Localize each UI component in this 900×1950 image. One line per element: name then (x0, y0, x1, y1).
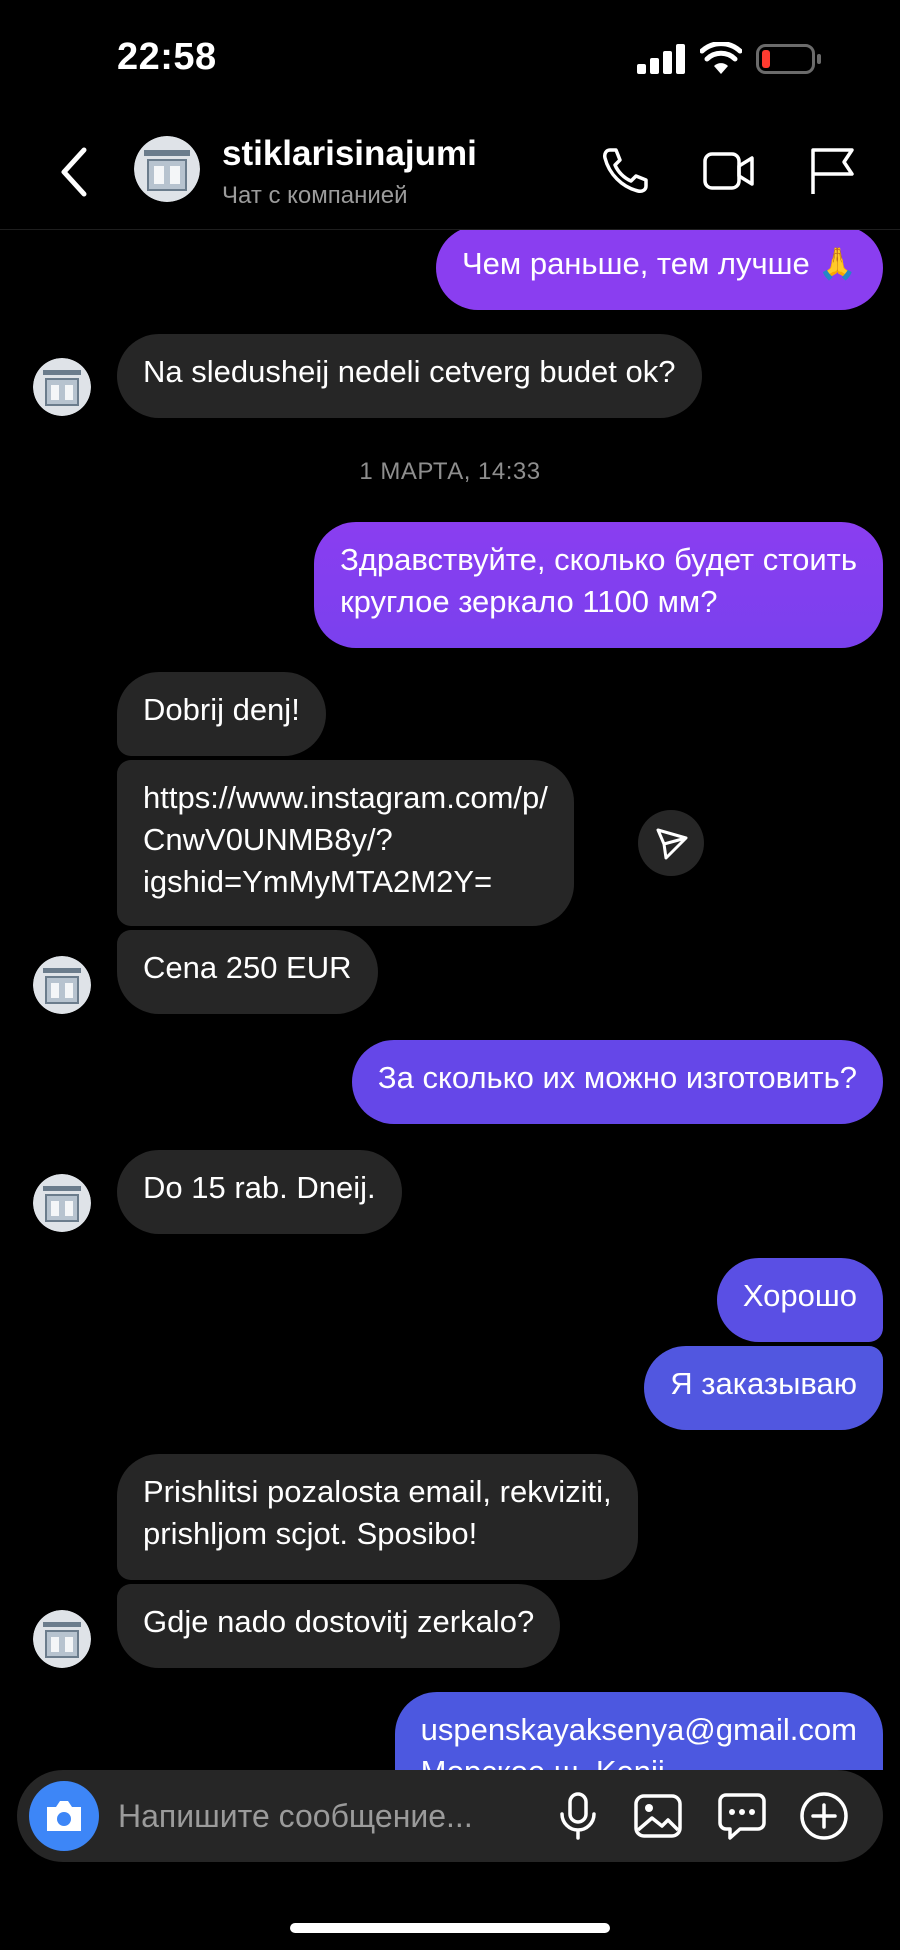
outgoing-message[interactable]: Чем раньше, тем лучше 🙏 (436, 230, 883, 310)
home-indicator[interactable] (290, 1923, 610, 1933)
message-line: uspenskayaksenya@gmail.com (420, 1712, 857, 1747)
message-line: CnwV0UNMB8y/? (143, 822, 393, 857)
microphone-icon[interactable] (552, 1790, 604, 1842)
contact-avatar-small (33, 1610, 91, 1668)
share-button[interactable] (638, 810, 704, 876)
message-line: Prishlitsi pozalosta email, rekviziti, (143, 1474, 612, 1509)
message-line: prishljom scjot. Sposibo! (143, 1516, 478, 1551)
incoming-message[interactable]: Na sledusheij nedeli cetverg budet ok? (117, 334, 702, 418)
wifi-icon (700, 42, 742, 74)
outgoing-message[interactable]: uspenskayaksenya@gmail.com Морское ш. Ke… (394, 1692, 883, 1770)
incoming-link-message[interactable]: https://www.instagram.com/p/ CnwV0UNMB8y… (117, 760, 574, 926)
message-line: круглое зеркало 1100 мм? (340, 584, 718, 619)
contact-name[interactable]: stiklarisinajumi (222, 134, 477, 174)
gallery-icon[interactable] (632, 1790, 684, 1842)
back-arrow-icon[interactable] (56, 146, 92, 198)
outgoing-message[interactable]: За сколько их можно изготовить? (351, 1040, 883, 1124)
message-line: Морское ш. Kenij (421, 1751, 857, 1770)
message-line: Здравствуйте, сколько будет стоить (340, 542, 857, 577)
camera-button[interactable] (29, 1781, 99, 1851)
message-line: igshid=YmMyMTA2M2Y= (143, 864, 493, 899)
video-call-icon[interactable] (702, 146, 756, 196)
plus-icon[interactable] (798, 1790, 850, 1842)
send-icon (656, 828, 688, 860)
status-time: 22:58 (117, 36, 217, 78)
message-input[interactable]: Напишите сообщение... (118, 1798, 473, 1835)
message-list[interactable]: Чем раньше, тем лучше 🙏 Na sledusheij ne… (0, 230, 900, 1770)
battery-low-icon (756, 44, 821, 74)
contact-avatar-small (33, 1174, 91, 1232)
camera-icon (47, 1801, 81, 1831)
incoming-message[interactable]: Gdje nado dostovitj zerkalo? (117, 1584, 561, 1668)
incoming-message[interactable]: Cena 250 EUR (117, 930, 378, 1014)
message-line: https://www.instagram.com/p/ (143, 780, 548, 815)
date-separator: 1 МАРТА, 14:33 (359, 458, 541, 485)
report-flag-icon[interactable] (808, 146, 862, 196)
contact-avatar-small (33, 358, 91, 416)
outgoing-message[interactable]: Хорошо (716, 1258, 883, 1342)
contact-avatar[interactable] (134, 136, 200, 202)
incoming-message[interactable]: Dobrij denj! (117, 672, 326, 756)
contact-avatar-small (33, 956, 91, 1014)
outgoing-message[interactable]: Здравствуйте, сколько будет стоить кругл… (314, 522, 883, 648)
sticker-icon[interactable] (716, 1790, 768, 1842)
outgoing-message[interactable]: Я заказываю (644, 1346, 883, 1430)
contact-subtitle: Чат с компанией (222, 182, 408, 209)
phone-call-icon[interactable] (600, 146, 654, 196)
cellular-signal-icon (637, 44, 685, 74)
incoming-message[interactable]: Prishlitsi pozalosta email, rekviziti, p… (117, 1454, 638, 1580)
incoming-message[interactable]: Do 15 rab. Dneij. (117, 1150, 402, 1234)
